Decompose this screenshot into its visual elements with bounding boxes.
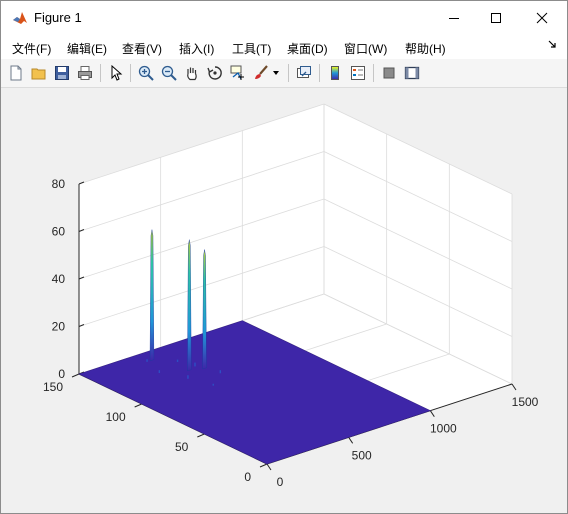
figure-window: Figure 1 文件(F) 编辑(E) 查看(V) 插入(I) 工具(T) 桌… xyxy=(0,0,568,514)
pan-button[interactable] xyxy=(183,64,201,82)
y-tick-label: 50 xyxy=(175,440,189,454)
surface-plot[interactable]: 050010001500050100150020406080 xyxy=(1,88,567,513)
rotate-3d-button[interactable] xyxy=(206,64,224,82)
close-icon xyxy=(536,12,548,24)
x-tick-label: 0 xyxy=(277,475,284,489)
x-tick-label: 1500 xyxy=(512,395,539,409)
menu-view[interactable]: 查看(V) xyxy=(122,40,162,57)
y-tick xyxy=(71,373,80,378)
pointer-icon xyxy=(111,65,123,81)
show-plot-tools-button[interactable] xyxy=(403,64,421,82)
x-tick xyxy=(429,410,435,417)
x-tick xyxy=(511,383,517,391)
x-tick xyxy=(348,437,354,444)
menu-file[interactable]: 文件(F) xyxy=(12,40,51,57)
print-icon xyxy=(78,66,92,80)
menu-window[interactable]: 窗口(W) xyxy=(344,40,387,57)
data-cursor-button[interactable] xyxy=(229,64,247,82)
maximize-button[interactable] xyxy=(473,1,519,35)
dock-arrow-icon[interactable] xyxy=(548,40,557,49)
brush-icon xyxy=(255,65,268,79)
z-tick-label: 20 xyxy=(52,320,66,334)
hide-plot-tools-icon xyxy=(383,67,395,79)
menu-tools[interactable]: 工具(T) xyxy=(232,40,271,57)
menu-bar: 文件(F) 编辑(E) 查看(V) 插入(I) 工具(T) 桌面(D) 窗口(W… xyxy=(1,35,567,59)
menu-help[interactable]: 帮助(H) xyxy=(405,40,446,57)
legend-button[interactable] xyxy=(349,64,367,82)
legend-icon xyxy=(351,66,365,80)
figure-canvas[interactable]: 0 500 1000 1500 0 50 100 150 0 20 40 60 80 xyxy=(1,88,567,513)
menu-insert[interactable]: 插入(I) xyxy=(179,40,214,57)
y-tick-label: 150 xyxy=(43,380,63,394)
link-plot-button[interactable] xyxy=(295,64,313,82)
title-bar: Figure 1 xyxy=(1,1,567,35)
menu-edit[interactable]: 编辑(E) xyxy=(67,40,107,57)
open-folder-icon xyxy=(31,68,46,80)
open-button[interactable] xyxy=(30,64,48,82)
save-button[interactable] xyxy=(53,64,71,82)
toolbar-separator xyxy=(319,64,320,82)
colorbar-icon xyxy=(331,66,339,80)
x-tick-label: 1000 xyxy=(430,422,457,436)
x-tick xyxy=(266,463,272,471)
z-tick-label: 60 xyxy=(52,225,66,239)
toolbar xyxy=(1,59,567,88)
minimize-button[interactable] xyxy=(431,1,477,35)
toolbar-separator xyxy=(373,64,374,82)
chevron-down-icon xyxy=(273,71,279,75)
new-figure-icon xyxy=(10,65,22,81)
toolbar-separator xyxy=(130,64,131,82)
y-tick-label: 100 xyxy=(106,410,126,424)
zoom-out-button[interactable] xyxy=(160,64,178,82)
y-tick xyxy=(259,463,268,468)
window-title: Figure 1 xyxy=(34,10,82,25)
colorbar-button[interactable] xyxy=(326,64,344,82)
save-icon xyxy=(55,66,69,80)
toolbar-separator xyxy=(288,64,289,82)
pan-hand-icon xyxy=(187,67,197,81)
show-plot-tools-icon xyxy=(404,66,420,80)
minimize-icon xyxy=(449,18,459,19)
brush-button[interactable] xyxy=(252,64,270,82)
data-cursor-icon xyxy=(230,65,244,80)
x-tick-label: 500 xyxy=(352,448,372,462)
z-tick-label: 0 xyxy=(58,367,65,381)
print-button[interactable] xyxy=(76,64,94,82)
maximize-icon xyxy=(491,13,501,23)
zoom-in-icon xyxy=(138,65,154,81)
brush-dropdown[interactable] xyxy=(271,64,281,82)
pointer-button[interactable] xyxy=(107,64,125,82)
rotate-3d-icon xyxy=(207,66,222,80)
zoom-out-icon xyxy=(161,65,177,81)
matlab-icon xyxy=(13,12,27,24)
menu-desktop[interactable]: 桌面(D) xyxy=(287,40,328,57)
z-tick-label: 80 xyxy=(52,177,66,191)
toolbar-separator xyxy=(100,64,101,82)
close-button[interactable] xyxy=(519,1,565,35)
hide-plot-tools-button[interactable] xyxy=(380,64,398,82)
y-tick xyxy=(134,403,142,408)
z-tick-label: 40 xyxy=(52,272,66,286)
y-tick-label: 0 xyxy=(244,470,251,484)
link-plot-icon xyxy=(297,66,311,78)
y-tick xyxy=(197,433,205,438)
new-figure-button[interactable] xyxy=(7,64,25,82)
zoom-in-button[interactable] xyxy=(137,64,155,82)
